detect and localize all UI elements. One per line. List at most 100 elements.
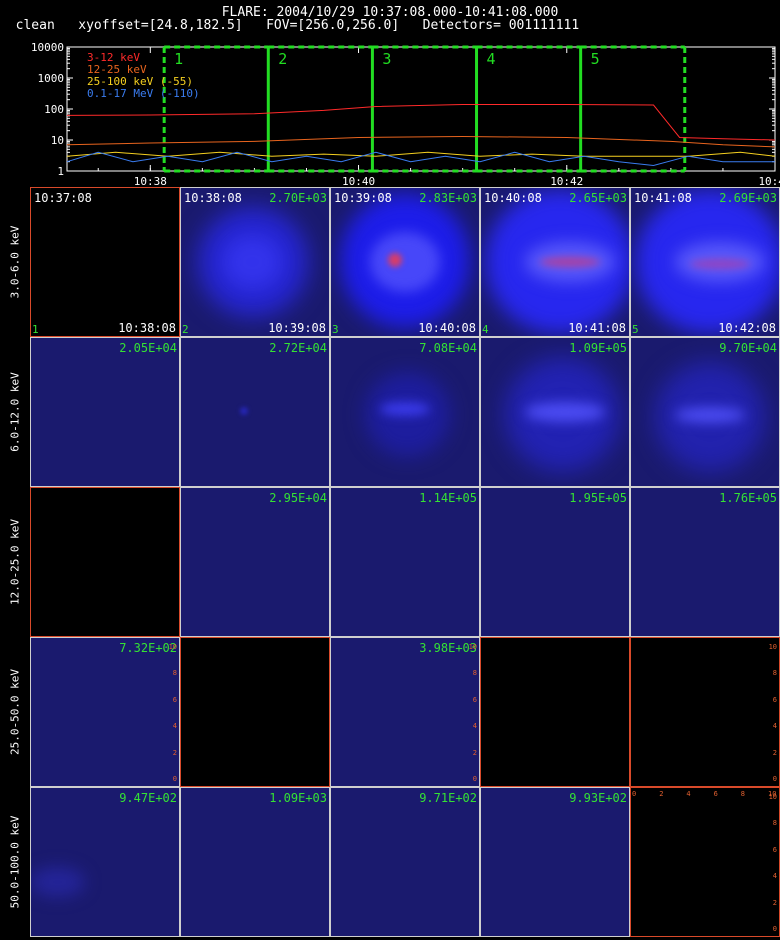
image-panel[interactable]: 1.14E+05 [330, 487, 480, 637]
energy-band-label: 25.0-50.0 keV [0, 637, 30, 787]
emission-source [225, 237, 280, 287]
interval-index: 1 [32, 323, 39, 336]
interval-start-time: 10:41:08 [634, 191, 692, 205]
image-panel[interactable]: 1.95E+05 [480, 487, 630, 637]
emission-source [525, 402, 605, 422]
axis-tick-label: 10 [168, 643, 177, 651]
axis-tick-label: 0 [632, 790, 637, 798]
image-max-value: 1.95E+05 [569, 491, 627, 505]
axis-tick-label: 6 [172, 695, 177, 704]
image-panel[interactable]: 10:39:08 2.83E+03 3 10:40:08 [330, 187, 480, 337]
image-max-value: 1.14E+05 [419, 491, 477, 505]
interval-end-time: 10:41:08 [568, 321, 626, 335]
interval-end-time: 10:42:08 [718, 321, 776, 335]
series-line [66, 135, 776, 148]
image-panel[interactable] [480, 637, 630, 787]
emission-source [690, 259, 750, 269]
image-panel[interactable]: 2.72E+04 [180, 337, 330, 487]
emission-source [30, 867, 85, 897]
y-tick-label: 10000 [31, 41, 64, 54]
interval-end-time: 10:38:08 [118, 321, 176, 335]
energy-band-text: 25.0-50.0 keV [8, 668, 22, 756]
y-tick-label: 10 [51, 134, 64, 147]
axis-tick-labels: 0 2 4 6 8 10 [767, 789, 777, 935]
axis-tick-label: 10 [768, 643, 777, 651]
image-panel[interactable]: 0 2 4 6 8 10 0 2 4 6 8 10 [630, 787, 780, 937]
axis-tick-label: 8 [772, 819, 777, 828]
axis-tick-label: 4 [686, 790, 691, 798]
axis-tick-label: 0 [772, 925, 777, 933]
energy-band-label: 12.0-25.0 keV [0, 487, 30, 637]
image-max-value: 1.09E+03 [269, 791, 327, 805]
image-panel[interactable]: 7.32E+02 0 2 4 6 8 10 [30, 637, 180, 787]
interval-number-label: 4 [487, 50, 496, 68]
image-panel[interactable]: 9.70E+04 [630, 337, 780, 487]
axis-tick-label: 6 [772, 695, 777, 704]
energy-band-label: 50.0-100.0 keV [0, 787, 30, 937]
image-panel[interactable]: 2.95E+04 [180, 487, 330, 637]
image-panel[interactable]: 9.47E+02 [30, 787, 180, 937]
image-panel[interactable]: 0 2 4 6 8 10 [630, 637, 780, 787]
axis-tick-label: 8 [740, 790, 746, 798]
image-max-value: 1.76E+05 [719, 491, 777, 505]
interval-start-time: 10:37:08 [34, 191, 92, 205]
image-panel[interactable]: 1.09E+05 [480, 337, 630, 487]
energy-band-label: 3.0-6.0 keV [0, 187, 30, 337]
interval-index: 3 [332, 323, 339, 336]
image-panel[interactable]: 3.98E+03 0 2 4 6 8 10 [330, 637, 480, 787]
axis-tick-labels: 0 2 4 6 8 10 [167, 639, 177, 785]
image-max-value: 9.93E+02 [569, 791, 627, 805]
image-panel[interactable]: 9.93E+02 [480, 787, 630, 937]
axis-tick-label: 8 [172, 669, 177, 678]
interval-index: 4 [482, 323, 489, 336]
axis-tick-label: 2 [772, 748, 777, 757]
series-line [66, 151, 776, 157]
image-max-value: 2.70E+03 [269, 191, 327, 205]
axis-tick-label: 10 [768, 790, 777, 798]
image-panel[interactable]: 1.09E+03 [180, 787, 330, 937]
imaging-parameters: clean xyoffset=[24.8,182.5] FOV=[256.0,2… [0, 18, 580, 33]
image-panel[interactable] [30, 487, 180, 637]
axis-tick-label: 4 [772, 872, 777, 881]
image-panel[interactable]: 10:38:08 2.70E+03 2 10:39:08 [180, 187, 330, 337]
axis-tick-label: 8 [772, 669, 777, 678]
axis-tick-label: 4 [172, 722, 177, 731]
image-panel[interactable]: 1.76E+05 [630, 487, 780, 637]
emission-source [240, 407, 248, 415]
image-max-value: 2.83E+03 [419, 191, 477, 205]
energy-band-text: 3.0-6.0 keV [8, 225, 22, 299]
axis-tick-labels-top: 0 2 4 6 8 10 [632, 790, 776, 800]
axis-tick-labels: 0 2 4 6 8 10 [767, 639, 777, 785]
series-line [66, 104, 776, 141]
image-max-value: 9.70E+04 [719, 341, 777, 355]
energy-band-label: 6.0-12.0 keV [0, 337, 30, 487]
axis-tick-label: 2 [172, 748, 177, 757]
axis-tick-label: 8 [472, 669, 477, 678]
image-panel[interactable]: 2.05E+04 [30, 337, 180, 487]
emission-source [388, 253, 402, 267]
axis-tick-label: 2 [472, 748, 477, 757]
image-panel[interactable]: 9.71E+02 [330, 787, 480, 937]
series-line [66, 151, 775, 167]
image-panel[interactable]: 7.08E+04 [330, 337, 480, 487]
figure-header: FLARE: 2004/10/29 10:37:08.000-10:41:08.… [0, 0, 780, 40]
interval-start-time: 10:39:08 [334, 191, 392, 205]
emission-source [675, 407, 745, 423]
interval-start-time: 10:38:08 [184, 191, 242, 205]
y-tick-label: 1 [57, 165, 64, 178]
axis-tick-label: 0 [772, 775, 777, 783]
axis-tick-label: 0 [172, 775, 177, 783]
image-max-value: 9.47E+02 [119, 791, 177, 805]
interval-index: 5 [632, 323, 639, 336]
image-max-value: 2.69E+03 [719, 191, 777, 205]
y-tick-label: 100 [44, 103, 64, 116]
image-panel[interactable]: 10:40:08 2.65E+03 4 10:41:08 [480, 187, 630, 337]
image-panel[interactable]: 10:37:08 1 10:38:08 [30, 187, 180, 337]
axis-tick-labels: 0 2 4 6 8 10 [467, 639, 477, 785]
emission-source [370, 232, 440, 292]
image-panel[interactable] [180, 637, 330, 787]
interval-number-label: 2 [278, 50, 287, 68]
image-panel[interactable]: 10:41:08 2.69E+03 5 10:42:08 [630, 187, 780, 337]
energy-band-text: 12.0-25.0 keV [8, 518, 22, 606]
image-grid: 3.0-6.0 keV 10:37:08 1 10:38:08 10:38:08 2.70… [0, 187, 780, 940]
